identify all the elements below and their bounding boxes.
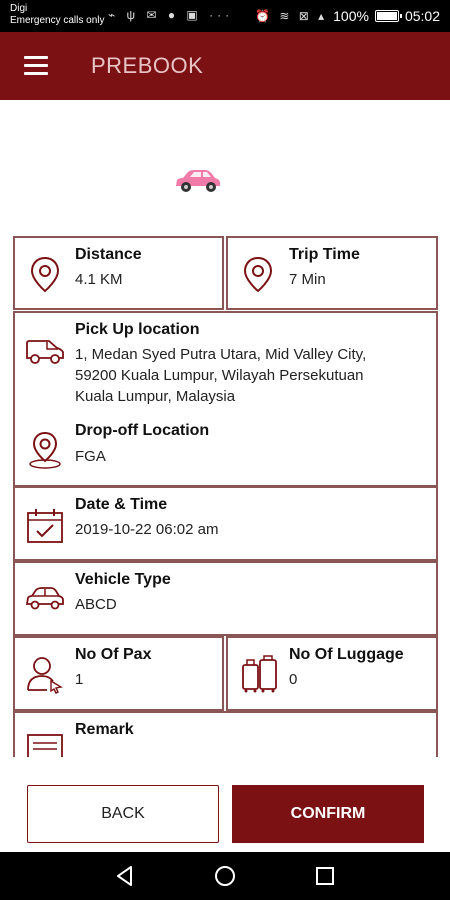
- vehicle-card: Vehicle Type ABCD: [13, 561, 438, 636]
- trip-time-card: Trip Time 7 Min: [226, 236, 438, 310]
- vehicle-type-label: Vehicle Type: [75, 571, 171, 588]
- car-outline-icon: [25, 587, 64, 610]
- trip-time-value: 7 Min: [289, 271, 326, 288]
- pickup-line-1: 1, Medan Syed Putra Utara, Mid Valley Ci…: [75, 346, 367, 363]
- distance-card: Distance 4.1 KM: [13, 236, 224, 310]
- pax-value: 1: [75, 671, 84, 688]
- page-title: PREBOOK: [91, 53, 204, 78]
- carrier-name: Digi: [10, 3, 28, 14]
- battery-percent: 100%: [333, 8, 369, 24]
- dropoff-label: Drop-off Location: [75, 422, 210, 439]
- pickup-line-3: Kuala Lumpur, Malaysia: [75, 388, 236, 405]
- luggage-value: 0: [289, 671, 298, 688]
- notification-icons: ⌁ ψ ✉ ● ▣ ···: [108, 8, 234, 22]
- confirm-button[interactable]: CONFIRM: [232, 785, 424, 843]
- pickup-label: Pick Up location: [75, 321, 200, 338]
- details-scroll[interactable]: Distance 4.1 KM Trip Time 7 Min Pick Up …: [0, 100, 450, 757]
- battery-icon: [374, 10, 402, 22]
- datetime-card: Date & Time 2019-10-22 06:02 am: [13, 486, 438, 561]
- system-icons: ⏰ ≋ ⊠ ▴: [255, 9, 328, 23]
- distance-value: 4.1 KM: [75, 271, 123, 288]
- luggage-icon: [242, 655, 277, 693]
- dropoff-pin-icon: [29, 431, 61, 469]
- nav-recents-icon[interactable]: [313, 864, 337, 888]
- location-pin-icon: [243, 256, 273, 293]
- luggage-label: No Of Luggage: [289, 646, 404, 663]
- datetime-label: Date & Time: [75, 496, 168, 513]
- passenger-icon: [27, 657, 63, 694]
- nav-home-icon[interactable]: [213, 864, 237, 888]
- calendar-icon: [27, 509, 63, 543]
- datetime-value: 2019-10-22 06:02 am: [75, 521, 219, 538]
- app-bar: PREBOOK: [0, 32, 450, 100]
- pickup-line-2: 59200 Kuala Lumpur, Wilayah Persekutuan: [75, 367, 364, 384]
- pax-label: No Of Pax: [75, 646, 152, 663]
- emergency-text: Emergency calls only: [10, 15, 105, 26]
- van-icon: [26, 340, 64, 364]
- dropoff-value: FGA: [75, 448, 106, 465]
- trip-time-label: Trip Time: [289, 246, 360, 263]
- nav-back-icon[interactable]: [113, 864, 137, 888]
- note-icon: [27, 734, 63, 757]
- vehicle-type-value: ABCD: [75, 596, 117, 613]
- status-bar: Digi Emergency calls only ⌁ ψ ✉ ● ▣ ··· …: [0, 0, 450, 32]
- back-button[interactable]: BACK: [27, 785, 219, 843]
- remark-card: Remark: [13, 711, 438, 757]
- status-system: ⏰ ≋ ⊠ ▴ 100% 05:02: [255, 8, 440, 24]
- locations-card: Pick Up location 1, Medan Syed Putra Uta…: [13, 311, 438, 487]
- clock: 05:02: [404, 8, 440, 24]
- menu-icon[interactable]: [24, 56, 48, 76]
- navigation-bar: [0, 852, 450, 900]
- location-pin-icon: [30, 256, 60, 293]
- status-carrier: Digi Emergency calls only: [10, 3, 104, 27]
- pax-card: No Of Pax 1: [13, 636, 224, 711]
- remark-label: Remark: [75, 721, 134, 738]
- distance-label: Distance: [75, 246, 142, 263]
- luggage-card: No Of Luggage 0: [226, 636, 438, 711]
